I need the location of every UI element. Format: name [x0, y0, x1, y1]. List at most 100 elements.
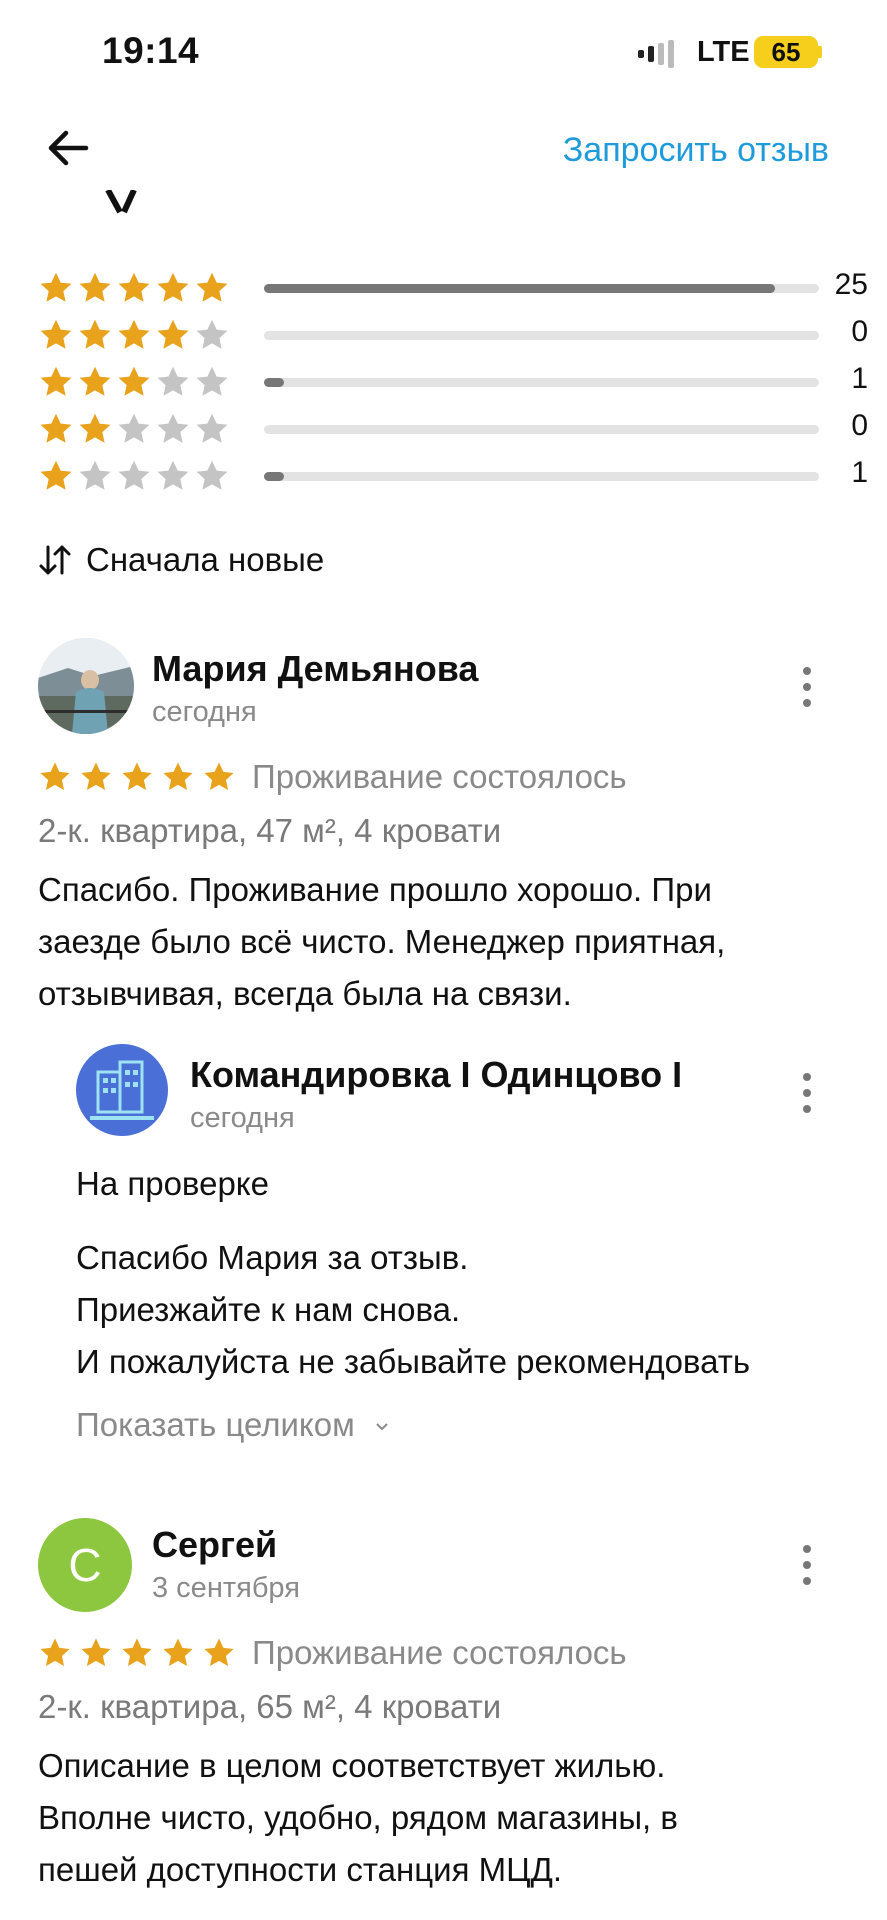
star-filled-icon	[79, 760, 113, 794]
star-filled-icon	[155, 317, 191, 353]
review-rating-stars	[38, 1636, 236, 1670]
star-filled-icon	[38, 270, 74, 306]
star-filled-icon	[79, 1636, 113, 1670]
review-text-line: заезде было всё чисто. Менеджер приятная…	[38, 923, 726, 960]
rating-row-1: 1	[38, 456, 868, 496]
apartment-info: 2-к. квартира, 47 м², 4 кровати	[38, 812, 502, 849]
rating-count: 0	[851, 315, 868, 348]
reply-more-options-icon[interactable]	[797, 1072, 817, 1114]
avatar[interactable]: С	[38, 1518, 132, 1612]
host-avatar[interactable]	[76, 1044, 168, 1136]
rating-row-4: 0	[38, 315, 868, 355]
rating-bar-track	[264, 378, 819, 387]
star-filled-icon	[116, 364, 152, 400]
review-text-line: Вполне чисто, удобно, рядом магазины, в	[38, 1799, 678, 1836]
stay-status: Проживание состоялось	[252, 758, 627, 795]
star-filled-icon	[194, 270, 230, 306]
rating-bar-fill	[264, 284, 775, 293]
battery-indicator: 65	[754, 36, 818, 68]
star-empty-icon	[116, 458, 152, 494]
star-empty-icon	[155, 364, 191, 400]
rating-stars	[38, 317, 230, 353]
avatar[interactable]	[38, 638, 134, 734]
rating-count: 1	[851, 456, 868, 489]
star-empty-icon	[77, 458, 113, 494]
signal-icon	[638, 40, 674, 68]
review-text: Описание в целом соответствует жилью. Вп…	[38, 1740, 678, 1896]
sort-label: Сначала новые	[86, 541, 325, 578]
star-filled-icon	[77, 270, 113, 306]
rating-row-3: 1	[38, 362, 868, 402]
show-more-label: Показать целиком	[76, 1406, 355, 1443]
host-logo-icon	[76, 1044, 168, 1136]
rating-stars	[38, 411, 230, 447]
show-more-button[interactable]: Показать целиком	[76, 1406, 390, 1444]
rating-bar-fill	[264, 472, 284, 481]
star-filled-icon	[38, 411, 74, 447]
review-date: 3 сентября	[152, 1572, 300, 1604]
battery-tip	[818, 46, 822, 58]
star-filled-icon	[38, 458, 74, 494]
rating-count: 0	[851, 409, 868, 442]
star-filled-icon	[77, 364, 113, 400]
apartment-info: 2-к. квартира, 65 м², 4 кровати	[38, 1688, 502, 1725]
reply-text-line: Приезжайте к нам снова.	[76, 1291, 461, 1328]
star-filled-icon	[38, 1636, 72, 1670]
star-filled-icon	[161, 1636, 195, 1670]
star-filled-icon	[116, 317, 152, 353]
review-text-line: отзывчивая, всегда была на связи.	[38, 975, 572, 1012]
rating-bar-track	[264, 425, 819, 434]
moderation-status: На проверке	[76, 1165, 269, 1202]
star-empty-icon	[194, 411, 230, 447]
rating-bar-track	[264, 331, 819, 340]
star-empty-icon	[194, 364, 230, 400]
stay-status: Проживание состоялось	[252, 1634, 627, 1671]
reply-text-line: И пожалуйста не забывайте рекомендовать	[76, 1343, 751, 1380]
star-empty-icon	[116, 411, 152, 447]
request-review-link[interactable]: Запросить отзыв	[563, 131, 829, 170]
review-date: сегодня	[152, 696, 257, 728]
review-author: Мария Демьянова	[152, 648, 479, 689]
star-empty-icon	[155, 411, 191, 447]
star-filled-icon	[120, 1636, 154, 1670]
review-author: Сергей	[152, 1524, 278, 1565]
star-filled-icon	[120, 760, 154, 794]
star-empty-icon	[194, 458, 230, 494]
more-options-icon[interactable]	[797, 1544, 817, 1586]
star-filled-icon	[38, 760, 72, 794]
rating-row-5: 25	[38, 268, 868, 308]
rating-count: 1	[851, 362, 868, 395]
title-fragment	[105, 190, 137, 214]
star-filled-icon	[116, 270, 152, 306]
rating-stars	[38, 364, 230, 400]
rating-stars	[38, 270, 230, 306]
star-filled-icon	[202, 760, 236, 794]
reply-date: сегодня	[190, 1102, 295, 1134]
chevron-down-icon	[376, 1423, 388, 1431]
rating-stars	[38, 458, 230, 494]
sort-control[interactable]: Сначала новые	[38, 541, 324, 579]
more-options-icon[interactable]	[797, 666, 817, 708]
review-text: Спасибо. Проживание прошло хорошо. При з…	[38, 864, 725, 1020]
status-bar: 19:14 LTE 65	[0, 0, 887, 100]
rating-count: 25	[834, 268, 868, 301]
star-filled-icon	[155, 270, 191, 306]
star-filled-icon	[202, 1636, 236, 1670]
avatar-letter: С	[68, 1539, 102, 1591]
network-type: LTE	[697, 36, 750, 68]
rating-bar-fill	[264, 378, 284, 387]
back-arrow-icon[interactable]	[40, 120, 96, 176]
review-text-line: пешей доступности станция МЦД.	[38, 1851, 563, 1888]
star-filled-icon	[77, 411, 113, 447]
rating-bar-track	[264, 472, 819, 481]
review-text-line: Описание в целом соответствует жилью.	[38, 1747, 666, 1784]
star-filled-icon	[38, 317, 74, 353]
star-filled-icon	[38, 364, 74, 400]
star-filled-icon	[161, 760, 195, 794]
star-filled-icon	[77, 317, 113, 353]
review-text-line: Спасибо. Проживание прошло хорошо. При	[38, 871, 712, 908]
review-rating-stars	[38, 760, 236, 794]
sort-arrows-icon	[39, 545, 71, 575]
reply-text-line: Спасибо Мария за отзыв.	[76, 1239, 469, 1276]
user-photo-icon	[38, 638, 134, 734]
